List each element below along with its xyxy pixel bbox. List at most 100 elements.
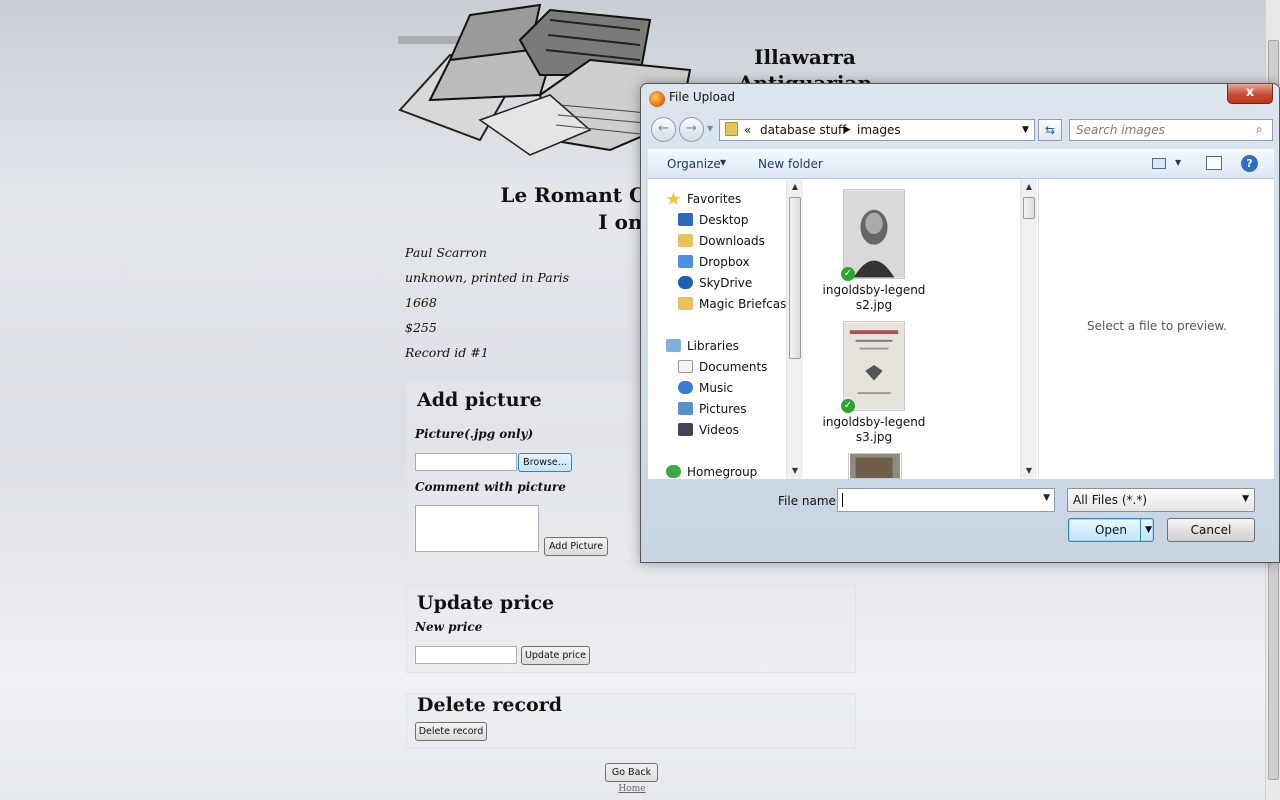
home-link[interactable]: Home bbox=[612, 784, 652, 794]
homegroup-icon bbox=[666, 465, 681, 478]
breadcrumb-images[interactable]: images bbox=[857, 123, 901, 137]
libraries-icon bbox=[666, 339, 681, 352]
back-arrow-icon: ← bbox=[658, 121, 669, 136]
nav-documents-label: Documents bbox=[699, 360, 768, 374]
price-text: $255 bbox=[405, 320, 437, 335]
update-price-heading: Update price bbox=[417, 592, 555, 614]
delete-record-heading: Delete record bbox=[417, 694, 562, 716]
nav-magic-briefcase[interactable]: Magic Briefcase bbox=[678, 295, 794, 313]
new-folder-button[interactable]: New folder bbox=[758, 157, 823, 171]
new-price-input[interactable] bbox=[415, 646, 517, 664]
skydrive-cloud-icon bbox=[678, 276, 693, 289]
file-name-line2: s2.jpg bbox=[855, 298, 893, 312]
file-name-input[interactable]: ▼ bbox=[837, 488, 1055, 512]
book-thumbnail[interactable] bbox=[848, 453, 902, 479]
delete-record-button[interactable]: Delete record bbox=[415, 722, 487, 741]
firefox-icon bbox=[649, 91, 665, 107]
text-caret bbox=[842, 493, 843, 507]
dropbox-icon bbox=[678, 255, 693, 268]
nav-downloads[interactable]: Downloads bbox=[678, 232, 765, 250]
book-details: Paul Scarron unknown, printed in Paris 1… bbox=[405, 244, 569, 369]
nav-libraries-label: Libraries bbox=[687, 339, 739, 353]
scroll-up-icon[interactable]: ▲ bbox=[1021, 179, 1037, 195]
nav-libraries[interactable]: Libraries bbox=[666, 337, 739, 355]
navigation-scroll-thumb[interactable] bbox=[789, 197, 801, 359]
scroll-up-icon[interactable]: ▲ bbox=[787, 179, 803, 195]
open-button[interactable]: Open ▼ bbox=[1068, 518, 1154, 542]
file-type-value: All Files (*.*) bbox=[1073, 493, 1148, 507]
search-input[interactable]: Search images ⌕ bbox=[1069, 119, 1273, 141]
refresh-button[interactable]: ⇆ bbox=[1038, 119, 1062, 141]
nav-skydrive[interactable]: SkyDrive bbox=[678, 274, 752, 292]
nav-music-label: Music bbox=[699, 381, 734, 395]
nav-pictures-label: Pictures bbox=[699, 402, 747, 416]
search-icon: ⌕ bbox=[1256, 122, 1263, 136]
preview-pane: Select a file to preview. bbox=[1038, 179, 1274, 479]
portrait-thumbnail bbox=[843, 189, 905, 279]
nav-favorites[interactable]: Favorites bbox=[666, 190, 741, 208]
scroll-down-icon[interactable]: ▼ bbox=[787, 463, 803, 479]
help-icon[interactable]: ? bbox=[1241, 155, 1258, 172]
cancel-button[interactable]: Cancel bbox=[1167, 518, 1255, 542]
nav-homegroup[interactable]: Homegroup bbox=[666, 463, 757, 481]
comment-textarea[interactable] bbox=[415, 505, 539, 552]
view-chevron-icon[interactable]: ▼ bbox=[1175, 158, 1181, 167]
navigation-scrollbar[interactable]: ▲ ▼ bbox=[786, 179, 803, 479]
change-view-icon[interactable] bbox=[1152, 158, 1166, 169]
nav-downloads-label: Downloads bbox=[699, 234, 765, 248]
file-name-dropdown-icon[interactable]: ▼ bbox=[1043, 493, 1050, 503]
file-name-line1: ingoldsby-legend bbox=[822, 283, 926, 297]
dialog-toolbar: Organize ▼ New folder ▼ ? bbox=[648, 149, 1274, 179]
add-picture-button[interactable]: Add Picture bbox=[544, 537, 608, 556]
organize-button[interactable]: Organize bbox=[667, 157, 721, 171]
search-placeholder: Search images bbox=[1076, 123, 1165, 137]
preview-pane-icon[interactable] bbox=[1206, 156, 1222, 170]
breadcrumb-chevron-icon[interactable]: ▶ bbox=[844, 125, 851, 135]
go-back-button[interactable]: Go Back bbox=[605, 763, 658, 782]
picture-file-input[interactable] bbox=[415, 453, 517, 471]
path-overflow[interactable]: « bbox=[744, 123, 751, 137]
address-bar[interactable]: « database stuff ▶ images ▼ bbox=[719, 119, 1035, 141]
nav-dropbox[interactable]: Dropbox bbox=[678, 253, 750, 271]
sync-check-icon: ✓ bbox=[841, 267, 855, 281]
open-split-divider bbox=[1140, 519, 1141, 541]
videos-icon bbox=[678, 423, 693, 436]
nav-desktop-label: Desktop bbox=[699, 213, 749, 227]
breadcrumb-database-stuff[interactable]: database stuff bbox=[760, 123, 846, 137]
back-button[interactable]: ← bbox=[651, 117, 676, 142]
address-dropdown-icon[interactable]: ▼ bbox=[1022, 125, 1029, 135]
scroll-down-icon[interactable]: ▼ bbox=[1021, 463, 1037, 479]
recent-pages-chevron-icon[interactable]: ▼ bbox=[707, 124, 713, 133]
nav-dropbox-label: Dropbox bbox=[699, 255, 750, 269]
open-options-chevron-icon[interactable]: ▼ bbox=[1145, 519, 1152, 541]
nav-pictures[interactable]: Pictures bbox=[678, 400, 747, 418]
file-type-select[interactable]: All Files (*.*) ▼ bbox=[1067, 488, 1255, 512]
dialog-title: File Upload bbox=[669, 90, 735, 104]
file-name-label: File name: bbox=[778, 494, 840, 508]
dialog-body: Favorites Desktop Downloads Dropbox SkyD… bbox=[648, 179, 1274, 479]
delete-record-section: Delete record Delete record bbox=[406, 693, 856, 749]
file-list-scroll-thumb[interactable] bbox=[1023, 197, 1035, 219]
nav-documents[interactable]: Documents bbox=[678, 358, 767, 376]
update-price-button[interactable]: Update price bbox=[521, 646, 590, 665]
close-button[interactable]: x bbox=[1227, 84, 1273, 104]
author-text: Paul Scarron bbox=[405, 245, 487, 260]
file-list-scrollbar[interactable]: ▲ ▼ bbox=[1020, 179, 1037, 479]
new-price-label: New price bbox=[415, 620, 483, 634]
downloads-folder-icon bbox=[678, 234, 693, 247]
open-button-label: Open bbox=[1094, 523, 1128, 537]
comment-label: Comment with picture bbox=[415, 480, 566, 494]
nav-music[interactable]: Music bbox=[678, 379, 733, 397]
folder-icon bbox=[725, 122, 738, 136]
nav-desktop[interactable]: Desktop bbox=[678, 211, 749, 229]
preview-message: Select a file to preview. bbox=[1087, 319, 1227, 333]
documents-icon bbox=[678, 360, 693, 373]
browse-button[interactable]: Browse... bbox=[518, 453, 572, 472]
close-icon: x bbox=[1245, 85, 1255, 100]
navigation-pane: Favorites Desktop Downloads Dropbox SkyD… bbox=[648, 179, 804, 479]
nav-videos[interactable]: Videos bbox=[678, 421, 739, 439]
forward-button[interactable]: → bbox=[679, 117, 704, 142]
nav-magic-briefcase-label: Magic Briefcase bbox=[699, 297, 794, 311]
star-icon bbox=[666, 192, 681, 205]
file-name-caption: ingoldsby-legend s2.jpg bbox=[819, 283, 929, 313]
